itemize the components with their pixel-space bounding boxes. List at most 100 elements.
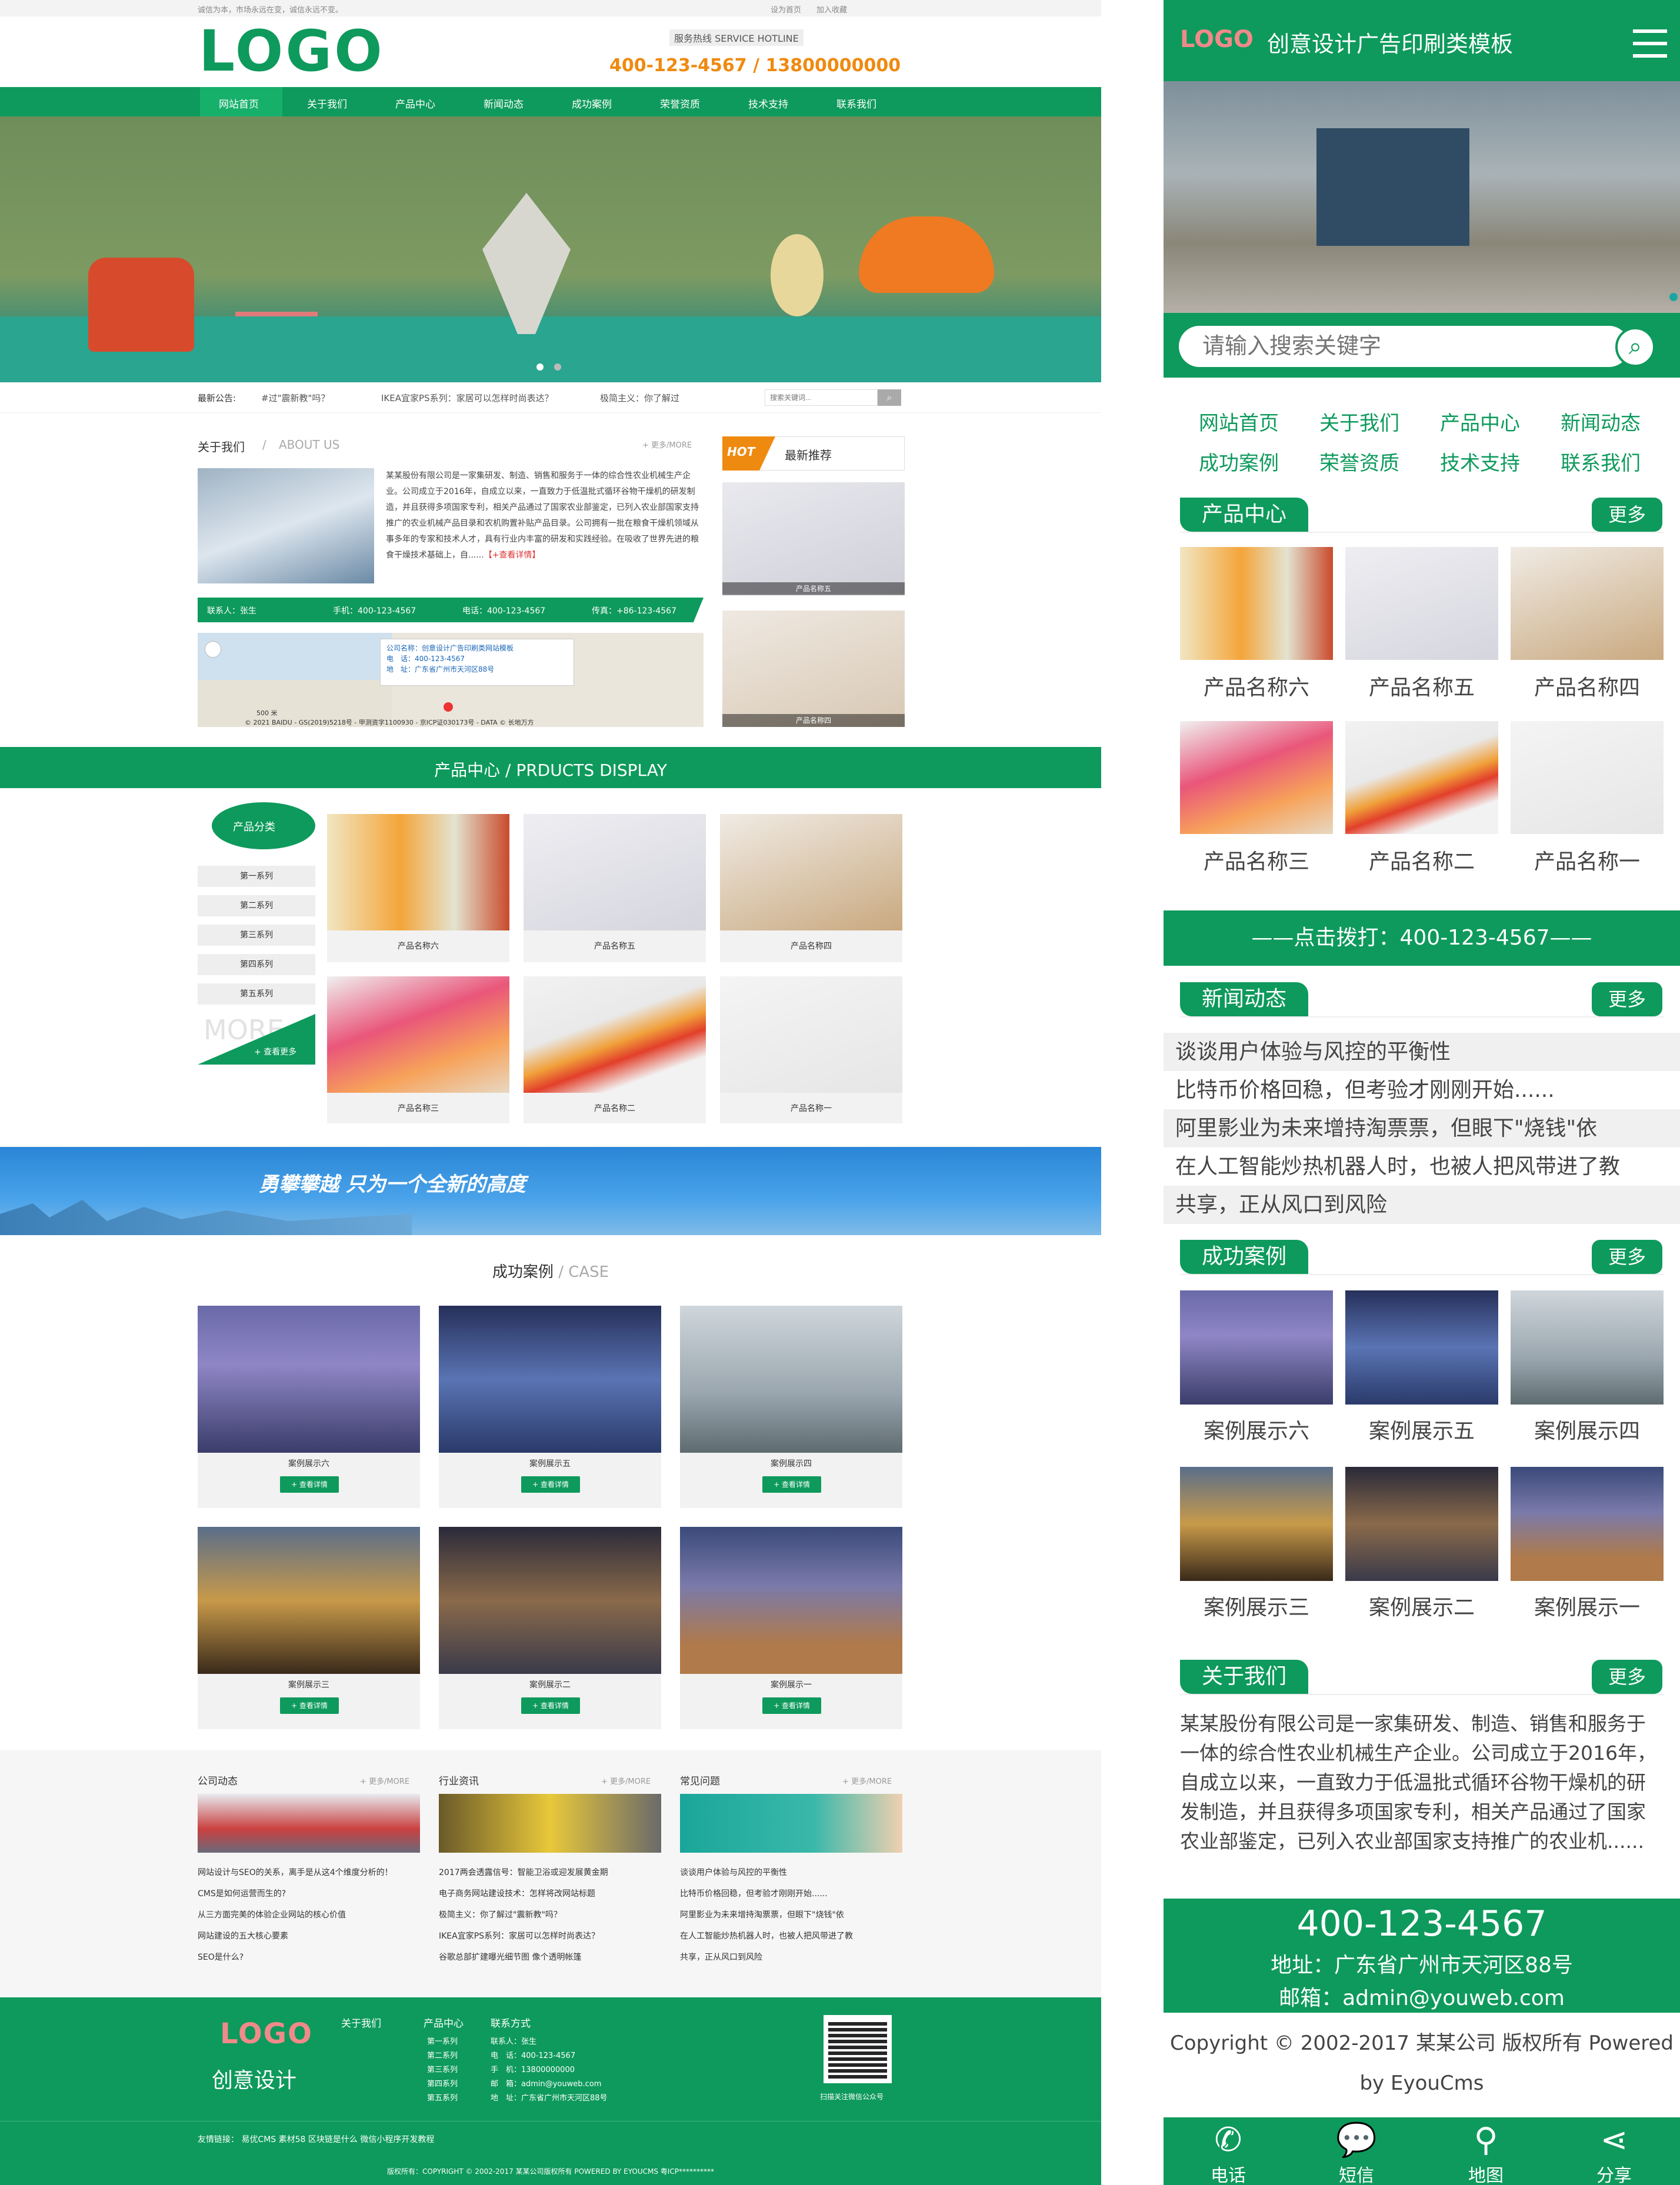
m-product-image[interactable]: [1345, 547, 1498, 660]
case-detail-button[interactable]: + 查看详情: [762, 1476, 821, 1493]
news-item[interactable]: 阿里影业为未来增持淘票票，但眼下"烧钱"依: [680, 1904, 904, 1926]
m-news-item[interactable]: 谈谈用户体验与风控的平衡性: [1164, 1033, 1680, 1071]
product-card[interactable]: 产品名称一: [720, 976, 902, 1123]
m-news-item[interactable]: 在人工智能炒热机器人时，也被人把风带进了教: [1164, 1147, 1680, 1186]
menu-icon[interactable]: [1633, 29, 1667, 58]
news-item[interactable]: CMS是如何运营而生的?: [198, 1883, 421, 1904]
m-case-name[interactable]: 案例展示四: [1511, 1414, 1664, 1445]
notice-item[interactable]: #过"震新教"吗？: [261, 392, 329, 404]
search-icon[interactable]: ⌕: [1615, 327, 1655, 367]
m-product-name[interactable]: 产品名称三: [1180, 845, 1333, 875]
nav-item-about[interactable]: 关于我们: [307, 96, 347, 111]
news-more-link[interactable]: + 更多/MORE: [842, 1775, 892, 1786]
hot-item-caption[interactable]: 产品名称五: [722, 582, 905, 595]
nav-item-honors[interactable]: 荣誉资质: [660, 96, 700, 111]
case-detail-button[interactable]: + 查看详情: [521, 1697, 580, 1714]
m-news-item[interactable]: 共享，正从风口到风险: [1164, 1186, 1680, 1224]
m-case-name[interactable]: 案例展示五: [1345, 1414, 1498, 1445]
m-nav-item[interactable]: 成功案例: [1199, 447, 1279, 476]
case-detail-button[interactable]: + 查看详情: [521, 1476, 580, 1493]
m-more-button[interactable]: 更多: [1592, 982, 1662, 1016]
footer-link[interactable]: 第一系列: [427, 2035, 458, 2049]
m-call-bar[interactable]: ——点击拨打：400-123-4567——: [1164, 910, 1680, 966]
friend-links[interactable]: 友情链接： 易优CMS 素材58 区块链是什么 微信小程序开发教程: [198, 2133, 434, 2145]
m-search-input[interactable]: [1179, 326, 1629, 367]
footer-col-products[interactable]: 产品中心: [424, 2015, 464, 2030]
m-product-name[interactable]: 产品名称四: [1511, 670, 1664, 701]
footer-link[interactable]: 第二系列: [427, 2049, 458, 2063]
m-phone[interactable]: 400-123-4567: [1164, 1903, 1680, 1944]
case-card[interactable]: 案例展示一 + 查看详情: [680, 1527, 902, 1729]
m-case-image[interactable]: [1180, 1467, 1333, 1581]
about-more-link[interactable]: + 更多/MORE: [642, 439, 692, 450]
m-product-image[interactable]: [1180, 721, 1333, 834]
news-more-link[interactable]: + 更多/MORE: [601, 1775, 651, 1786]
cat-item[interactable]: 第四系列: [198, 954, 315, 975]
news-item[interactable]: 电子商务网站建设技术：怎样将改网站标题: [439, 1883, 662, 1904]
news-item[interactable]: 谈谈用户体验与风控的平衡性: [680, 1862, 904, 1883]
hot-item-image[interactable]: [722, 482, 905, 594]
m-bottom-sms[interactable]: 💬 短信: [1315, 2120, 1398, 2185]
news-item[interactable]: SEO是什么?: [198, 1947, 421, 1968]
cat-item[interactable]: 第五系列: [198, 983, 315, 1005]
m-case-image[interactable]: [1511, 1290, 1664, 1405]
hot-item-image[interactable]: [722, 611, 905, 727]
case-card[interactable]: 案例展示五 + 查看详情: [439, 1306, 661, 1508]
news-item[interactable]: 网站建设的五大核心要素: [198, 1926, 421, 1947]
m-nav-item[interactable]: 荣誉资质: [1319, 447, 1399, 476]
m-nav-item[interactable]: 新闻动态: [1561, 407, 1641, 436]
m-case-name[interactable]: 案例展示二: [1345, 1590, 1498, 1621]
nav-item-products[interactable]: 产品中心: [395, 96, 435, 111]
footer-link[interactable]: 第五系列: [427, 2091, 458, 2106]
m-logo[interactable]: LOGO: [1180, 26, 1254, 53]
m-nav-item[interactable]: 网站首页: [1199, 407, 1279, 436]
m-product-name[interactable]: 产品名称二: [1345, 845, 1498, 875]
m-case-image[interactable]: [1345, 1290, 1498, 1405]
news-item[interactable]: 比特币价格回稳，但考验才刚刚开始......: [680, 1883, 904, 1904]
logo[interactable]: LOGO: [199, 23, 385, 79]
baidu-map[interactable]: 公司名称：创意设计广告印刷类网站模板 电 话：400-123-4567 地 址：…: [198, 633, 704, 727]
news-item[interactable]: 网站设计与SEO的关系，离手是从这4个维度分析的！: [198, 1862, 421, 1883]
footer-link[interactable]: 第三系列: [427, 2063, 458, 2077]
nav-item-home[interactable]: 网站首页: [219, 96, 259, 111]
nav-item-cases[interactable]: 成功案例: [572, 96, 612, 111]
m-bottom-map[interactable]: ⚲ 地图: [1445, 2120, 1527, 2185]
m-nav-item[interactable]: 技术支持: [1440, 447, 1520, 476]
case-card[interactable]: 案例展示三 + 查看详情: [198, 1527, 420, 1729]
m-case-name[interactable]: 案例展示六: [1180, 1414, 1333, 1445]
product-card[interactable]: 产品名称四: [720, 814, 902, 962]
m-case-name[interactable]: 案例展示三: [1180, 1590, 1333, 1621]
m-nav-item[interactable]: 产品中心: [1440, 407, 1520, 436]
news-item[interactable]: IKEA宜家PS系列：家居可以怎样时尚表达？: [439, 1926, 662, 1947]
m-nav-item[interactable]: 联系我们: [1561, 447, 1641, 476]
m-news-item[interactable]: 阿里影业为未来增持淘票票，但眼下"烧钱"依: [1164, 1109, 1680, 1147]
news-item[interactable]: 在人工智能炒热机器人时，也被人把风带进了教: [680, 1926, 904, 1947]
notice-search-input[interactable]: [765, 389, 878, 406]
add-favorite-link[interactable]: 加入收藏: [816, 4, 847, 15]
more-products-link[interactable]: + 查看更多: [254, 1046, 296, 1058]
m-more-button[interactable]: 更多: [1592, 498, 1662, 532]
slide-dot-1[interactable]: [536, 363, 544, 371]
m-product-image[interactable]: [1345, 721, 1498, 834]
notice-item[interactable]: 极简主义：你了解过: [600, 392, 679, 404]
m-product-name[interactable]: 产品名称一: [1511, 845, 1664, 875]
m-product-name[interactable]: 产品名称六: [1180, 670, 1333, 701]
news-more-link[interactable]: + 更多/MORE: [360, 1775, 409, 1786]
m-product-image[interactable]: [1511, 547, 1664, 660]
hero-banner[interactable]: [0, 116, 1101, 382]
news-item[interactable]: 谷歌总部扩建曝光细节图 像个透明帐篷: [439, 1947, 662, 1968]
m-nav-item[interactable]: 关于我们: [1319, 407, 1399, 436]
m-case-name[interactable]: 案例展示一: [1511, 1590, 1664, 1621]
m-bottom-phone[interactable]: ✆ 电话: [1187, 2120, 1269, 2185]
case-detail-button[interactable]: + 查看详情: [762, 1697, 821, 1714]
case-card[interactable]: 案例展示四 + 查看详情: [680, 1306, 902, 1508]
m-more-button[interactable]: 更多: [1592, 1240, 1662, 1274]
cat-item[interactable]: 第一系列: [198, 866, 315, 887]
cat-item[interactable]: 第二系列: [198, 895, 315, 916]
news-item[interactable]: 2017两会透露信号：智能卫浴或迎发展黄金期: [439, 1862, 662, 1883]
nav-item-support[interactable]: 技术支持: [748, 96, 788, 111]
product-card[interactable]: 产品名称二: [524, 976, 706, 1123]
m-product-image[interactable]: [1511, 721, 1664, 834]
m-product-name[interactable]: 产品名称五: [1345, 670, 1498, 701]
hot-item-caption[interactable]: 产品名称四: [722, 714, 905, 727]
